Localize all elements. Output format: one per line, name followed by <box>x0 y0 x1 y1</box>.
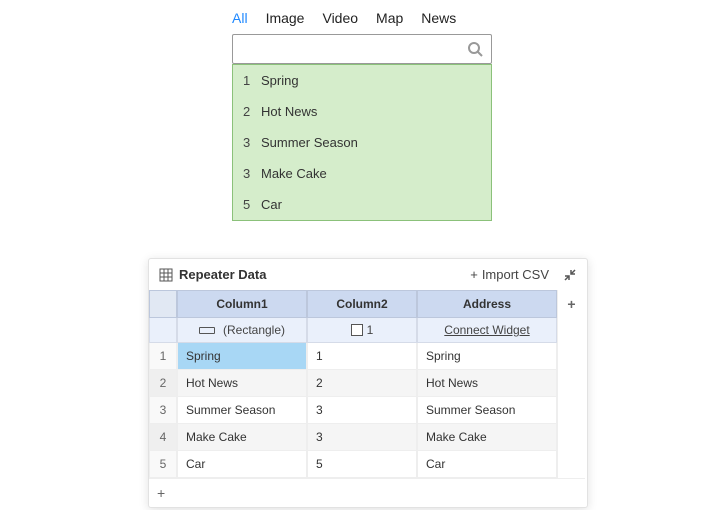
suggestion-index: 3 <box>243 166 261 181</box>
row-number[interactable]: 1 <box>149 343 177 370</box>
cell[interactable]: Car <box>177 451 307 478</box>
row-number[interactable]: 4 <box>149 424 177 451</box>
row-spacer <box>557 370 585 397</box>
cell[interactable]: 1 <box>307 343 417 370</box>
column-type-1[interactable]: (Rectangle) <box>177 318 307 343</box>
data-grid: Column1 Column2 Address + (Rectangle) 1 … <box>149 290 587 507</box>
suggestion-list: 1 Spring 2 Hot News 3 Summer Season 3 Ma… <box>232 64 492 221</box>
tab-all[interactable]: All <box>232 10 248 26</box>
suggestion-index: 1 <box>243 73 261 88</box>
cell[interactable]: Hot News <box>177 370 307 397</box>
panel-header: Repeater Data + Import CSV <box>149 259 587 290</box>
plus-icon: + <box>470 267 478 282</box>
import-csv-button[interactable]: + Import CSV <box>470 267 549 282</box>
cell[interactable]: Hot News <box>417 370 557 397</box>
collapse-icon[interactable] <box>563 268 577 282</box>
row-spacer <box>557 424 585 451</box>
row-spacer <box>557 451 585 478</box>
suggestion-item[interactable]: 3 Make Cake <box>233 158 491 189</box>
cell[interactable]: Summer Season <box>177 397 307 424</box>
header-corner <box>149 290 177 318</box>
search-box <box>232 34 492 64</box>
row-spacer <box>557 343 585 370</box>
column-header-3[interactable]: Address <box>417 290 557 318</box>
tab-video[interactable]: Video <box>322 10 358 26</box>
cell[interactable]: Make Cake <box>417 424 557 451</box>
suggestion-item[interactable]: 5 Car <box>233 189 491 220</box>
rectangle-icon <box>199 327 215 334</box>
row-spacer <box>557 397 585 424</box>
checkbox-icon <box>351 324 363 336</box>
row-number[interactable]: 3 <box>149 397 177 424</box>
suggestion-label: Spring <box>261 73 299 88</box>
import-csv-label: Import CSV <box>482 267 549 282</box>
row-number[interactable]: 2 <box>149 370 177 397</box>
suggestion-label: Summer Season <box>261 135 358 150</box>
cell[interactable]: Car <box>417 451 557 478</box>
suggestion-label: Car <box>261 197 282 212</box>
suggestion-item[interactable]: 1 Spring <box>233 65 491 96</box>
search-icon[interactable] <box>465 39 485 59</box>
search-input[interactable] <box>233 42 465 57</box>
column-header-1[interactable]: Column1 <box>177 290 307 318</box>
column-header-2[interactable]: Column2 <box>307 290 417 318</box>
cell[interactable]: 3 <box>307 424 417 451</box>
suggestion-index: 2 <box>243 104 261 119</box>
cell[interactable]: 2 <box>307 370 417 397</box>
cell[interactable]: 5 <box>307 451 417 478</box>
row-number[interactable]: 5 <box>149 451 177 478</box>
suggestion-item[interactable]: 3 Summer Season <box>233 127 491 158</box>
panel-title: Repeater Data <box>179 267 266 282</box>
cell[interactable]: Summer Season <box>417 397 557 424</box>
filter-tabs: All Image Video Map News <box>232 0 724 34</box>
add-column-button[interactable]: + <box>557 290 585 318</box>
connect-widget-link[interactable]: Connect Widget <box>417 318 557 343</box>
footer-spacer <box>557 478 585 507</box>
column-type-2-label: 1 <box>367 323 374 337</box>
tab-image[interactable]: Image <box>266 10 305 26</box>
suggestion-index: 3 <box>243 135 261 150</box>
suggestion-index: 5 <box>243 197 261 212</box>
cell[interactable]: Spring <box>177 343 307 370</box>
repeater-data-panel: Repeater Data + Import CSV Column1 Colum… <box>148 258 588 508</box>
subrow-spacer <box>557 318 585 343</box>
suggestion-label: Hot News <box>261 104 317 119</box>
table-icon <box>159 268 173 282</box>
cell[interactable]: 3 <box>307 397 417 424</box>
cell[interactable]: Spring <box>417 343 557 370</box>
tab-news[interactable]: News <box>421 10 456 26</box>
column-type-2[interactable]: 1 <box>307 318 417 343</box>
suggestion-item[interactable]: 2 Hot News <box>233 96 491 127</box>
add-row-button[interactable]: + <box>149 478 557 507</box>
column-type-1-label: (Rectangle) <box>223 323 285 337</box>
subrow-corner <box>149 318 177 343</box>
suggestion-label: Make Cake <box>261 166 327 181</box>
cell[interactable]: Make Cake <box>177 424 307 451</box>
tab-map[interactable]: Map <box>376 10 403 26</box>
